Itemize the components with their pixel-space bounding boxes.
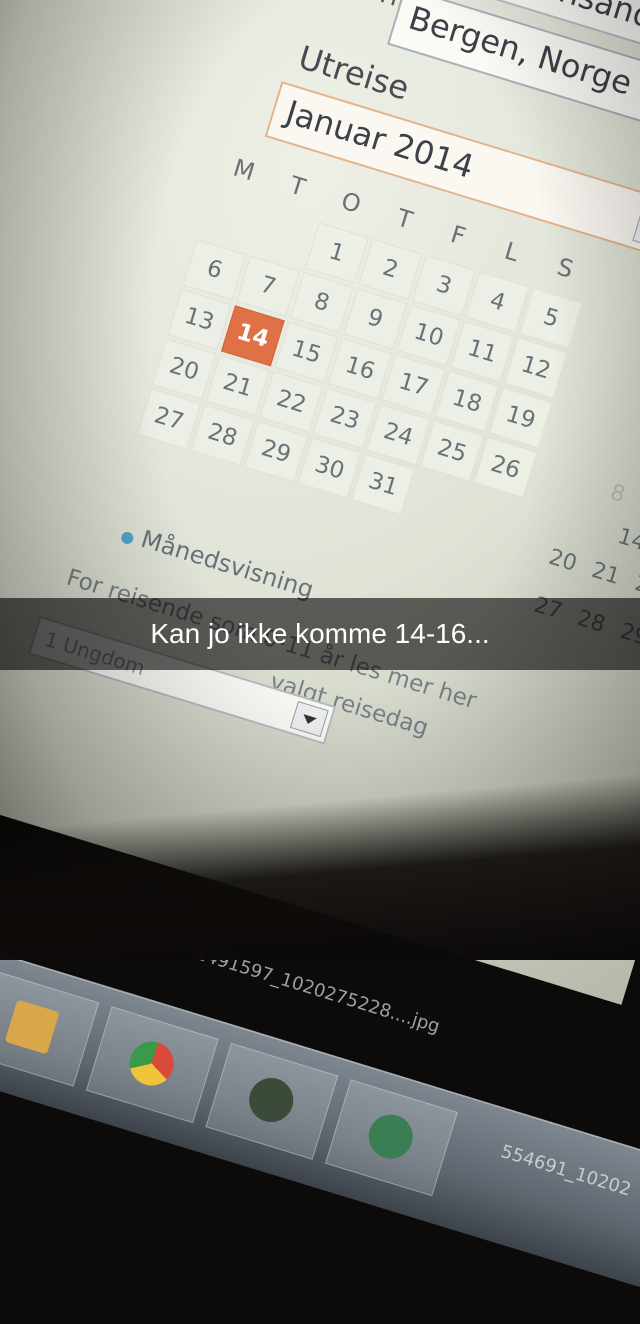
calendar-day[interactable]: 31: [351, 453, 416, 515]
weekday-label: M: [229, 153, 258, 187]
month-dropdown-button[interactable]: [632, 200, 640, 253]
calendar-day[interactable]: 17: [381, 354, 446, 416]
calendar-day-selected[interactable]: 14: [221, 305, 285, 367]
spotify-icon: [243, 1072, 299, 1128]
calendar-day[interactable]: 10: [396, 304, 461, 366]
calendar-day[interactable]: 9: [343, 288, 408, 350]
next-month-day[interactable]: 8: [607, 480, 628, 508]
calendar-day[interactable]: 21: [205, 355, 270, 417]
month-view-label: Månedsvisning: [137, 524, 317, 604]
snap-caption-text: Kan jo ikke komme 14-16...: [150, 618, 490, 649]
weekday-label: L: [501, 236, 523, 268]
calendar-day[interactable]: 22: [259, 371, 324, 433]
calendar-day[interactable]: 5: [519, 287, 583, 349]
month-view-radio[interactable]: [119, 530, 135, 546]
calendar-day[interactable]: 18: [435, 370, 499, 432]
next-month-day[interactable]: 14: [615, 524, 640, 556]
calendar-day[interactable]: 11: [450, 321, 515, 383]
calendar-day[interactable]: 28: [190, 404, 255, 466]
taskbar-file-2: 554691_10202: [498, 1141, 634, 1201]
calendar-day[interactable]: 12: [503, 337, 568, 399]
next-month-day[interactable]: 20: [546, 545, 580, 577]
calendar-day[interactable]: 19: [488, 387, 553, 449]
calendar-day[interactable]: 30: [297, 437, 362, 499]
taskbar-chrome[interactable]: [85, 1006, 219, 1124]
calendar-day[interactable]: 6: [182, 239, 247, 301]
calendar-day[interactable]: 1: [304, 222, 369, 284]
calendar-day[interactable]: 20: [152, 338, 217, 400]
calendar-day[interactable]: 13: [167, 288, 232, 351]
calendar-day[interactable]: 23: [312, 387, 377, 449]
calendar-day[interactable]: 8: [289, 271, 354, 334]
calendar-day[interactable]: 15: [274, 321, 339, 383]
taskbar-spotify[interactable]: [205, 1042, 339, 1160]
calendar-day[interactable]: 27: [137, 388, 201, 450]
folder-icon: [4, 999, 60, 1055]
next-month-day[interactable]: 21: [589, 558, 623, 590]
app-icon: [363, 1109, 419, 1165]
weekday-label: T: [393, 203, 416, 235]
taskbar-folder[interactable]: [0, 969, 100, 1087]
weekday-label: S: [553, 252, 577, 284]
taskbar-app[interactable]: [325, 1079, 458, 1197]
calendar-day[interactable]: 16: [328, 338, 392, 400]
chrome-icon: [124, 1036, 180, 1091]
calendar-day[interactable]: 7: [236, 255, 300, 317]
weekday-label: O: [337, 186, 365, 219]
calendar-day[interactable]: 24: [366, 404, 431, 466]
weekday-label: F: [447, 220, 469, 251]
taskbar-file-1: 1491597_1020275228....jpg: [192, 943, 443, 1038]
weekday-label: T: [286, 170, 309, 202]
calendar-day[interactable]: 26: [473, 436, 538, 498]
passenger-dropdown-button[interactable]: [289, 701, 329, 738]
browser-screen: Kristiansand, Norge Til Bergen, Norge - …: [0, 0, 640, 1005]
month-select-value: Januar 2014: [281, 92, 479, 186]
snap-caption: Kan jo ikke komme 14-16...: [0, 598, 640, 670]
calendar-day[interactable]: 3: [412, 254, 476, 317]
calendar-day[interactable]: 29: [244, 421, 308, 483]
chevron-down-icon: [301, 714, 317, 726]
calendar-day[interactable]: 2: [358, 238, 423, 300]
taskbar: 1491597_1020275228....jpg 554691_10202: [0, 935, 640, 1324]
calendar-day[interactable]: 25: [420, 420, 484, 482]
calendar-day[interactable]: 4: [465, 271, 530, 333]
